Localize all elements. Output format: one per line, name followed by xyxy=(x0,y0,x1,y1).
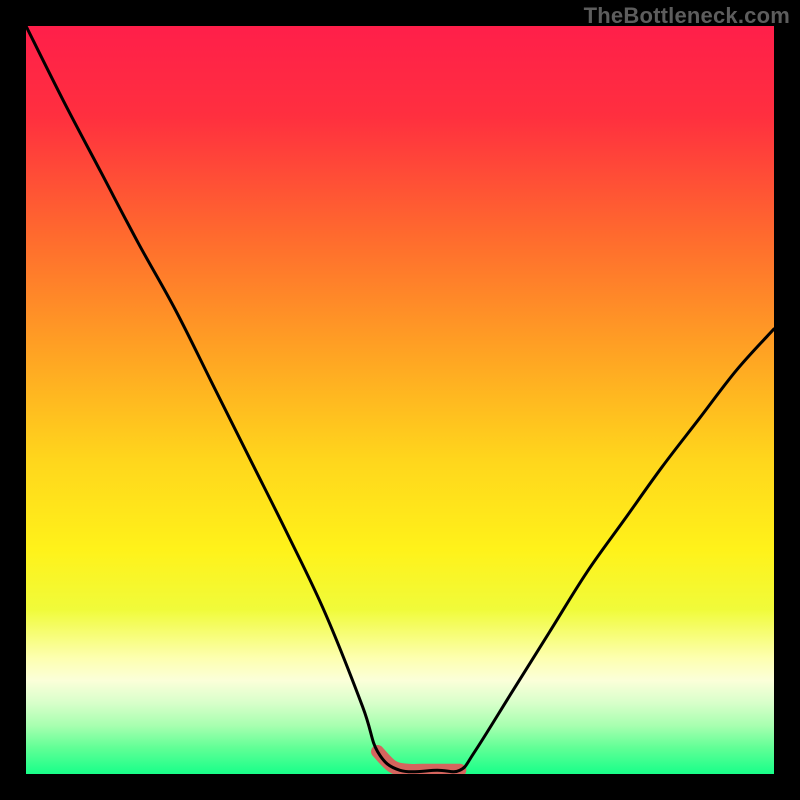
watermark-text: TheBottleneck.com xyxy=(584,3,790,29)
chart-frame: { "watermark": "TheBottleneck.com", "cha… xyxy=(0,0,800,800)
plot-area xyxy=(26,26,774,774)
highlight-band xyxy=(378,752,460,771)
bottleneck-curve xyxy=(26,26,774,772)
curve-layer xyxy=(26,26,774,774)
